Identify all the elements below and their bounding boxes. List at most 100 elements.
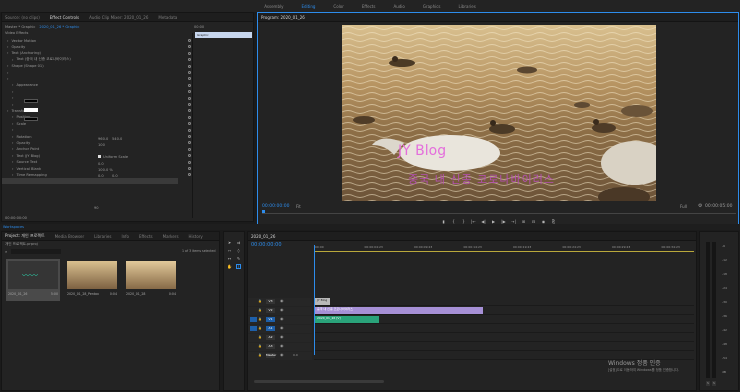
project-tab-4[interactable]: Effects [139,234,153,239]
expand-chevron-icon[interactable]: › [12,128,13,132]
expand-chevron-icon[interactable]: › [12,90,13,94]
reset-icon[interactable] [188,103,191,106]
position-y[interactable]: 540.0 [112,135,122,142]
reset-icon[interactable] [188,58,191,62]
project-item[interactable]: 〰〰 2020_01_26 5:00 [6,259,60,301]
expand-chevron-icon[interactable]: › [7,71,8,75]
wrench-icon[interactable]: ⚙ [698,203,702,209]
reset-icon[interactable] [188,90,191,94]
reset-icon[interactable] [188,45,191,49]
reset-icon[interactable] [188,167,191,170]
expand-chevron-icon[interactable]: › [12,141,13,145]
timeline-timecode[interactable]: 00:00:00:00 [251,242,282,248]
program-timecode[interactable]: 00:00:00:00 [262,204,289,209]
expand-chevron-icon[interactable]: › [12,167,13,171]
clip-v2[interactable]: 중국 내 신종 코로나바이러스 [315,307,483,314]
track-lock-icon[interactable]: 🔒 [258,308,262,312]
project-tab-1[interactable]: Media Browser [55,234,85,239]
clip-v3[interactable]: JY Blog [315,298,330,305]
razor-icon[interactable]: ◊ [236,248,241,253]
expand-chevron-icon[interactable]: › [12,96,13,100]
expand-chevron-icon[interactable]: › [12,173,13,177]
uniform-scale[interactable]: Uniform Scale [98,153,128,160]
workspace-2[interactable]: Color [333,4,343,9]
reset-icon[interactable] [188,77,191,81]
track-lock-icon[interactable]: 🔒 [258,299,262,303]
track-label[interactable]: V1 [266,317,275,322]
reset-icon[interactable] [188,109,191,113]
reset-icon[interactable] [188,128,191,132]
quality-select[interactable]: Full [680,204,687,209]
ec-tab-0[interactable]: Source: (no clips) [5,15,40,20]
clip-v1[interactable]: 2020_01_26 [V] [315,316,379,323]
ec-tab-3[interactable]: Metadata [158,15,177,20]
shadow-swatch[interactable] [24,117,38,121]
workspace-6[interactable]: Libraries [459,4,476,9]
reset-icon[interactable] [188,173,191,177]
project-tab-2[interactable]: Libraries [94,234,111,239]
project-tab-0[interactable]: Project: 개인 프로젝트 [5,233,45,239]
project-tab-5[interactable]: Markers [163,234,179,239]
ec-tab-1[interactable]: Effect Controls [50,15,79,20]
expand-chevron-icon[interactable]: › [7,77,8,81]
reset-icon[interactable] [188,83,191,87]
source-patch[interactable] [250,317,257,322]
expand-chevron-icon[interactable]: › [12,154,13,158]
track-label[interactable]: A2 [266,335,275,340]
sequence-tab[interactable]: 2020_01_26 [251,234,275,239]
workspace-4[interactable]: Audio [393,4,404,9]
slip-icon[interactable]: ↔ [227,256,232,261]
scale-value[interactable]: 100 [98,141,105,148]
expand-chevron-icon[interactable]: › [7,64,8,68]
expand-chevron-icon[interactable]: › [7,51,8,55]
track-eye-icon[interactable]: ◉ [280,298,284,303]
track-lock-icon[interactable]: 🔒 [258,335,262,339]
expand-chevron-icon[interactable]: › [12,115,13,119]
expand-chevron-icon[interactable]: › [7,39,8,43]
playhead-marker[interactable] [262,210,265,213]
expand-chevron-icon[interactable]: › [12,58,13,62]
reset-icon[interactable] [188,39,191,42]
solo-button[interactable]: S [706,381,710,386]
stroke-swatch[interactable] [24,108,38,112]
expand-chevron-icon[interactable]: › [12,147,13,151]
timeline-scrollbar[interactable] [254,380,384,383]
selection-tool-icon[interactable]: ➤ [227,240,232,245]
search-field[interactable] [11,249,61,254]
search-icon[interactable]: ⌕ [5,249,7,254]
reset-icon[interactable] [188,96,191,100]
reset-icon[interactable] [188,147,191,151]
mini-clip[interactable]: Graphic [195,32,252,38]
source-patch[interactable] [250,326,257,331]
reset-icon[interactable] [188,135,191,138]
track-eye-icon[interactable]: ◉ [280,307,284,312]
font-size-value[interactable]: 90 [94,204,99,211]
track-label[interactable]: A1 [266,326,275,331]
expand-chevron-icon[interactable]: › [12,160,13,164]
ec-tab-2[interactable]: Audio Clip Mixer: 2020_01_26 [89,15,148,20]
fill-swatch[interactable] [24,99,38,103]
track-label[interactable]: V2 [266,308,275,313]
project-tab-3[interactable]: Info [121,234,129,239]
track-eye-icon[interactable]: ◉ [280,316,284,321]
fit-select[interactable]: Fit [296,204,301,209]
reset-icon[interactable] [188,141,191,145]
uniform-scale-checkbox[interactable] [98,155,101,158]
expand-chevron-icon[interactable]: › [12,83,13,87]
reset-icon[interactable] [188,71,191,74]
reset-icon[interactable] [188,154,191,158]
program-scrubber[interactable] [262,213,736,214]
expand-chevron-icon[interactable]: › [12,122,13,126]
solo-button[interactable]: S [712,381,716,386]
expand-chevron-icon[interactable]: › [7,109,8,113]
track-eye-icon[interactable]: ◉ [280,325,284,330]
track-lock-icon[interactable]: 🔒 [258,353,262,357]
track-lock-icon[interactable]: 🔒 [258,326,262,330]
type-tool-icon[interactable]: T [236,264,241,269]
reset-icon[interactable] [188,51,191,55]
workspace-3[interactable]: Effects [362,4,376,9]
track-select-icon[interactable]: ⇉ [236,240,241,245]
ripple-edit-icon[interactable]: ⇿ [227,248,232,253]
program-title[interactable]: Program: 2020_01_26 [261,15,305,20]
reset-icon[interactable] [188,115,191,119]
